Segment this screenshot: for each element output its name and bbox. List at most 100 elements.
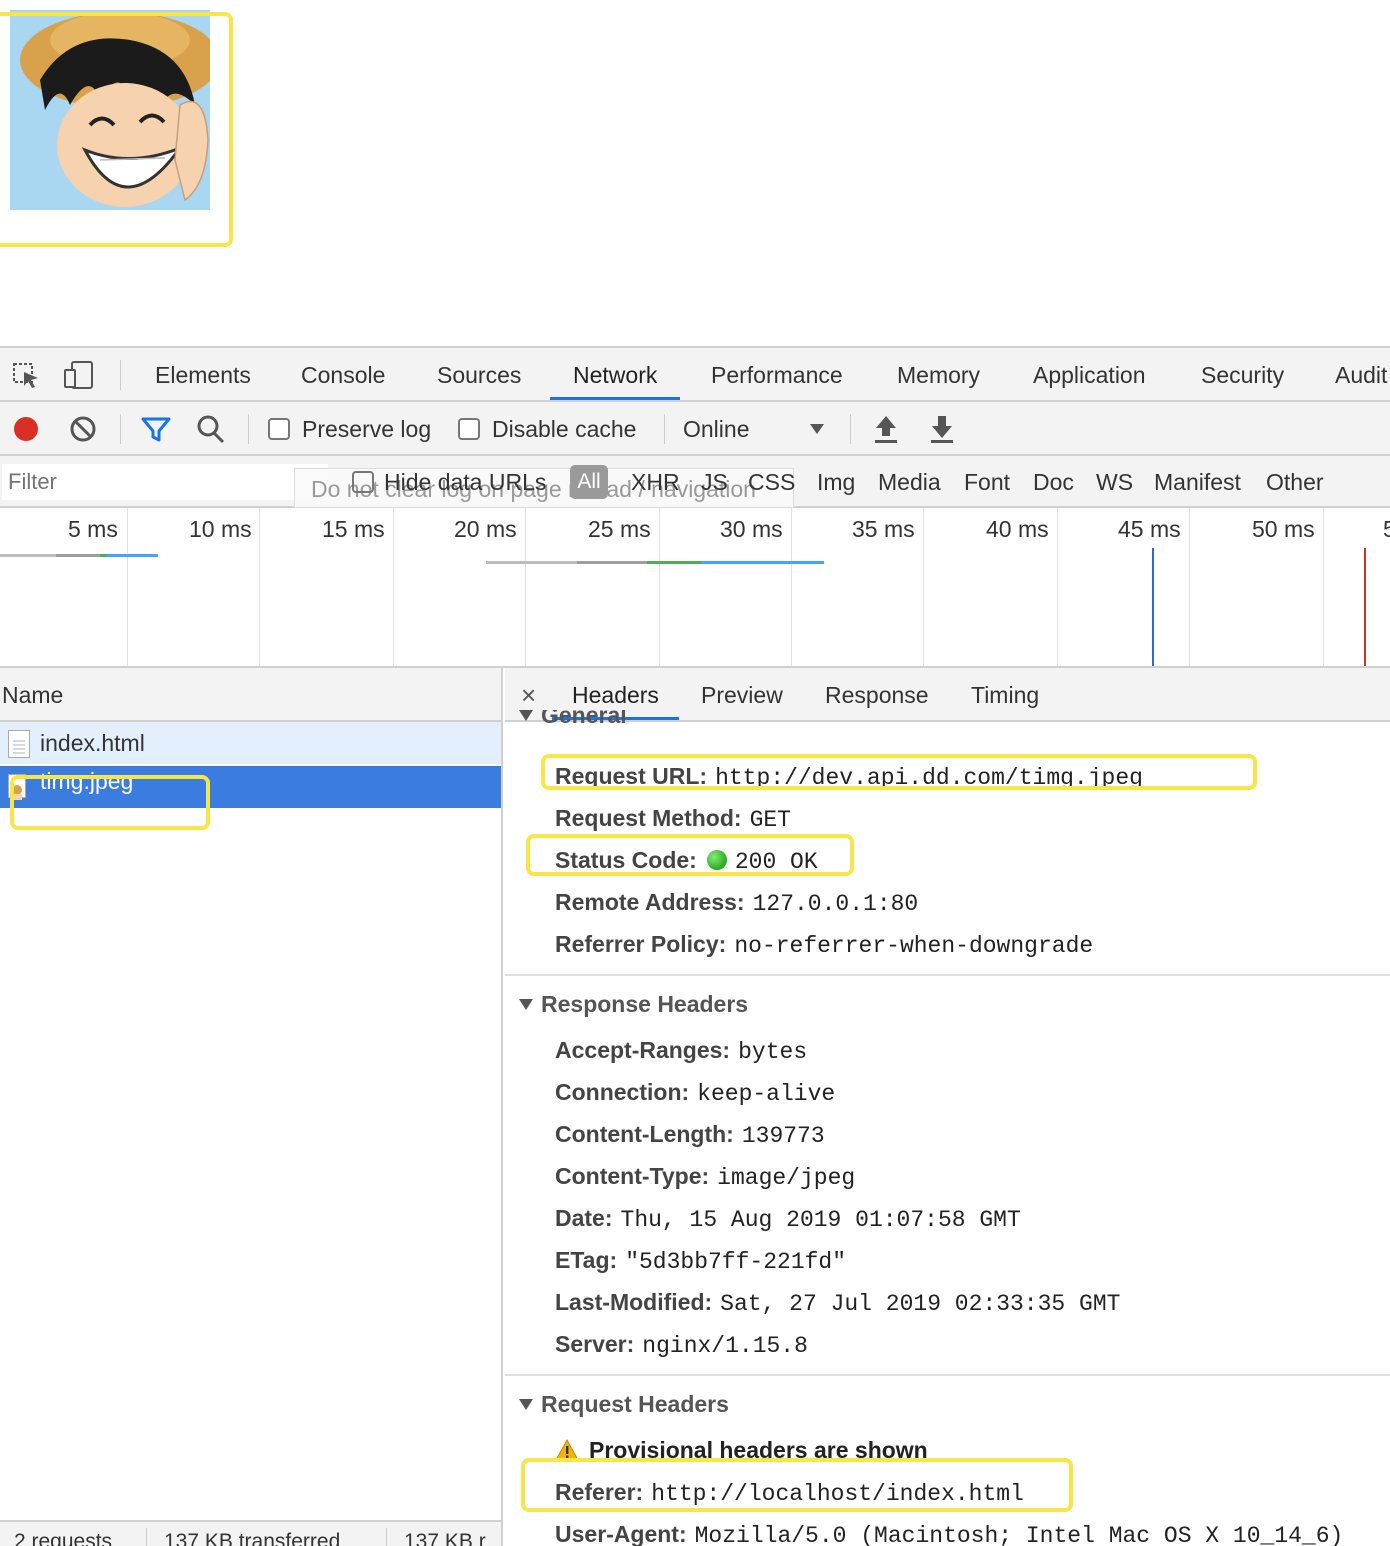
header-key: Connection:	[555, 1079, 690, 1105]
network-toolbar: Preserve log Disable cache Online	[0, 402, 1390, 456]
section-request-headers-header[interactable]: Request Headers	[519, 1388, 729, 1420]
request-row-timg-jpeg[interactable]: timg.jpeg	[0, 766, 501, 808]
section-title: General	[541, 710, 627, 728]
section-title: Request Headers	[541, 1391, 729, 1417]
request-count: 2 requests	[14, 1530, 113, 1546]
record-button[interactable]	[12, 402, 40, 456]
header-value: "5d3bb7ff-221fd"	[625, 1249, 847, 1275]
tab-network[interactable]: Network	[550, 348, 681, 400]
header-row-status-code: Status Code: 200 OK	[555, 844, 818, 878]
export-har-icon[interactable]	[928, 402, 956, 456]
filter-input[interactable]	[2, 464, 328, 500]
status-ok-icon	[706, 850, 727, 870]
checkbox-box[interactable]	[352, 470, 374, 493]
tab-memory[interactable]: Memory	[897, 348, 980, 400]
header-key: ETag:	[555, 1247, 618, 1273]
header-value: no-referrer-when-downgrade	[734, 933, 1094, 959]
tab-sources[interactable]: Sources	[437, 348, 521, 400]
header-value: keep-alive	[697, 1081, 836, 1107]
timeline-tick-label: 15 ms	[322, 516, 385, 542]
toolbar-separator	[664, 414, 665, 444]
timeline-bar-queued	[0, 554, 56, 557]
request-list-pane: Name index.html timg.jpeg 2 requests 137…	[0, 668, 503, 1546]
header-value: http://dev.api.dd.com/timg.jpeg	[715, 765, 1143, 791]
tab-elements[interactable]: Elements	[155, 348, 251, 400]
checkbox-box[interactable]	[458, 417, 480, 440]
header-key: Remote Address:	[555, 889, 745, 915]
filter-type-js[interactable]: JS	[701, 456, 728, 508]
header-row-content-length: Content-Length: 139773	[555, 1118, 825, 1152]
section-general-header[interactable]: General	[519, 710, 627, 728]
filter-type-img[interactable]: Img	[817, 456, 855, 508]
filter-type-ws[interactable]: WS	[1096, 456, 1133, 508]
device-toolbar-icon[interactable]	[62, 360, 94, 390]
timeline-bar-stalled	[577, 561, 647, 564]
filter-type-xhr[interactable]: XHR	[631, 456, 680, 508]
warning-icon	[555, 1438, 579, 1461]
tab-preview[interactable]: Preview	[701, 668, 783, 720]
filter-bar: Do not clear log on page reload / naviga…	[0, 456, 1390, 508]
filter-type-font[interactable]: Font	[964, 456, 1010, 508]
import-har-icon[interactable]	[872, 402, 900, 456]
section-title: Response Headers	[541, 991, 749, 1017]
throttle-select[interactable]: Online	[683, 402, 749, 456]
header-value: GET	[749, 807, 791, 833]
filter-type-doc[interactable]: Doc	[1033, 456, 1074, 508]
tab-performance[interactable]: Performance	[711, 348, 843, 400]
tab-timing[interactable]: Timing	[971, 668, 1039, 720]
search-icon[interactable]	[196, 402, 226, 456]
chevron-down-icon[interactable]	[808, 402, 826, 456]
request-row-index-html[interactable]: index.html	[0, 722, 501, 764]
checkbox-box[interactable]	[268, 417, 290, 440]
header-value: http://localhost/index.html	[651, 1481, 1024, 1507]
header-row-connection: Connection: keep-alive	[555, 1076, 835, 1110]
header-value: nginx/1.15.8	[642, 1333, 808, 1359]
column-header-name[interactable]: Name	[0, 668, 501, 722]
tab-audits[interactable]: Audit	[1335, 348, 1387, 400]
tab-console[interactable]: Console	[301, 348, 385, 400]
timeline-gridline	[659, 508, 660, 666]
header-value: 139773	[741, 1123, 825, 1149]
inspect-element-icon[interactable]	[10, 360, 42, 390]
tab-security[interactable]: Security	[1201, 348, 1284, 400]
header-value: Mozilla/5.0 (Macintosh; Intel Mac OS X 1…	[694, 1523, 1344, 1546]
header-row-remote-address: Remote Address: 127.0.0.1:80	[555, 886, 918, 920]
filter-type-all[interactable]: All	[570, 465, 608, 499]
header-value: Thu, 15 Aug 2019 01:07:58 GMT	[620, 1207, 1021, 1233]
request-name: timg.jpeg	[40, 768, 134, 794]
filter-type-media[interactable]: Media	[878, 456, 941, 508]
cartoon-face-icon	[10, 10, 210, 210]
header-row-referer: Referer: http://localhost/index.html	[555, 1476, 1024, 1510]
timeline-overview[interactable]: 5 ms 10 ms 15 ms 20 ms 25 ms 30 ms 35 ms…	[0, 508, 1390, 668]
disable-cache-label: Disable cache	[492, 416, 637, 442]
timeline-tick-label: 5 ms	[68, 516, 118, 542]
tab-response[interactable]: Response	[825, 668, 929, 720]
tab-application[interactable]: Application	[1033, 348, 1146, 400]
header-row-referrer-policy: Referrer Policy: no-referrer-when-downgra…	[555, 928, 1093, 962]
domcontentloaded-marker	[1152, 548, 1154, 666]
timeline-gridline	[525, 508, 526, 666]
header-key: Accept-Ranges:	[555, 1037, 731, 1063]
timeline-gridline	[791, 508, 792, 666]
request-detail-pane: × Headers Preview Response Timing Genera…	[505, 668, 1390, 1546]
clear-icon[interactable]	[68, 402, 98, 456]
preserve-log-checkbox[interactable]: Preserve log	[268, 402, 431, 456]
filter-type-manifest[interactable]: Manifest	[1154, 456, 1241, 508]
header-row-request-method: Request Method: GET	[555, 802, 791, 836]
request-name: index.html	[40, 730, 145, 756]
header-row-etag: ETag: "5d3bb7ff-221fd"	[555, 1244, 846, 1278]
filter-icon[interactable]	[140, 402, 172, 456]
timeline-gridline	[1189, 508, 1190, 666]
timeline-gridline	[1323, 508, 1324, 666]
header-value: image/jpeg	[717, 1165, 856, 1191]
timeline-bar-download	[701, 561, 824, 564]
filter-type-css[interactable]: CSS	[748, 456, 795, 508]
header-key: Last-Modified:	[555, 1289, 713, 1315]
timeline-tick-label: 40 ms	[986, 516, 1049, 542]
timeline-bar-download	[106, 554, 158, 557]
filter-type-other[interactable]: Other	[1266, 456, 1324, 508]
section-response-headers-header[interactable]: Response Headers	[519, 988, 748, 1020]
hide-data-urls-checkbox[interactable]: Hide data URLs	[352, 456, 546, 508]
disable-cache-checkbox[interactable]: Disable cache	[458, 402, 636, 456]
provisional-headers-warning: Provisional headers are shown	[555, 1434, 928, 1466]
